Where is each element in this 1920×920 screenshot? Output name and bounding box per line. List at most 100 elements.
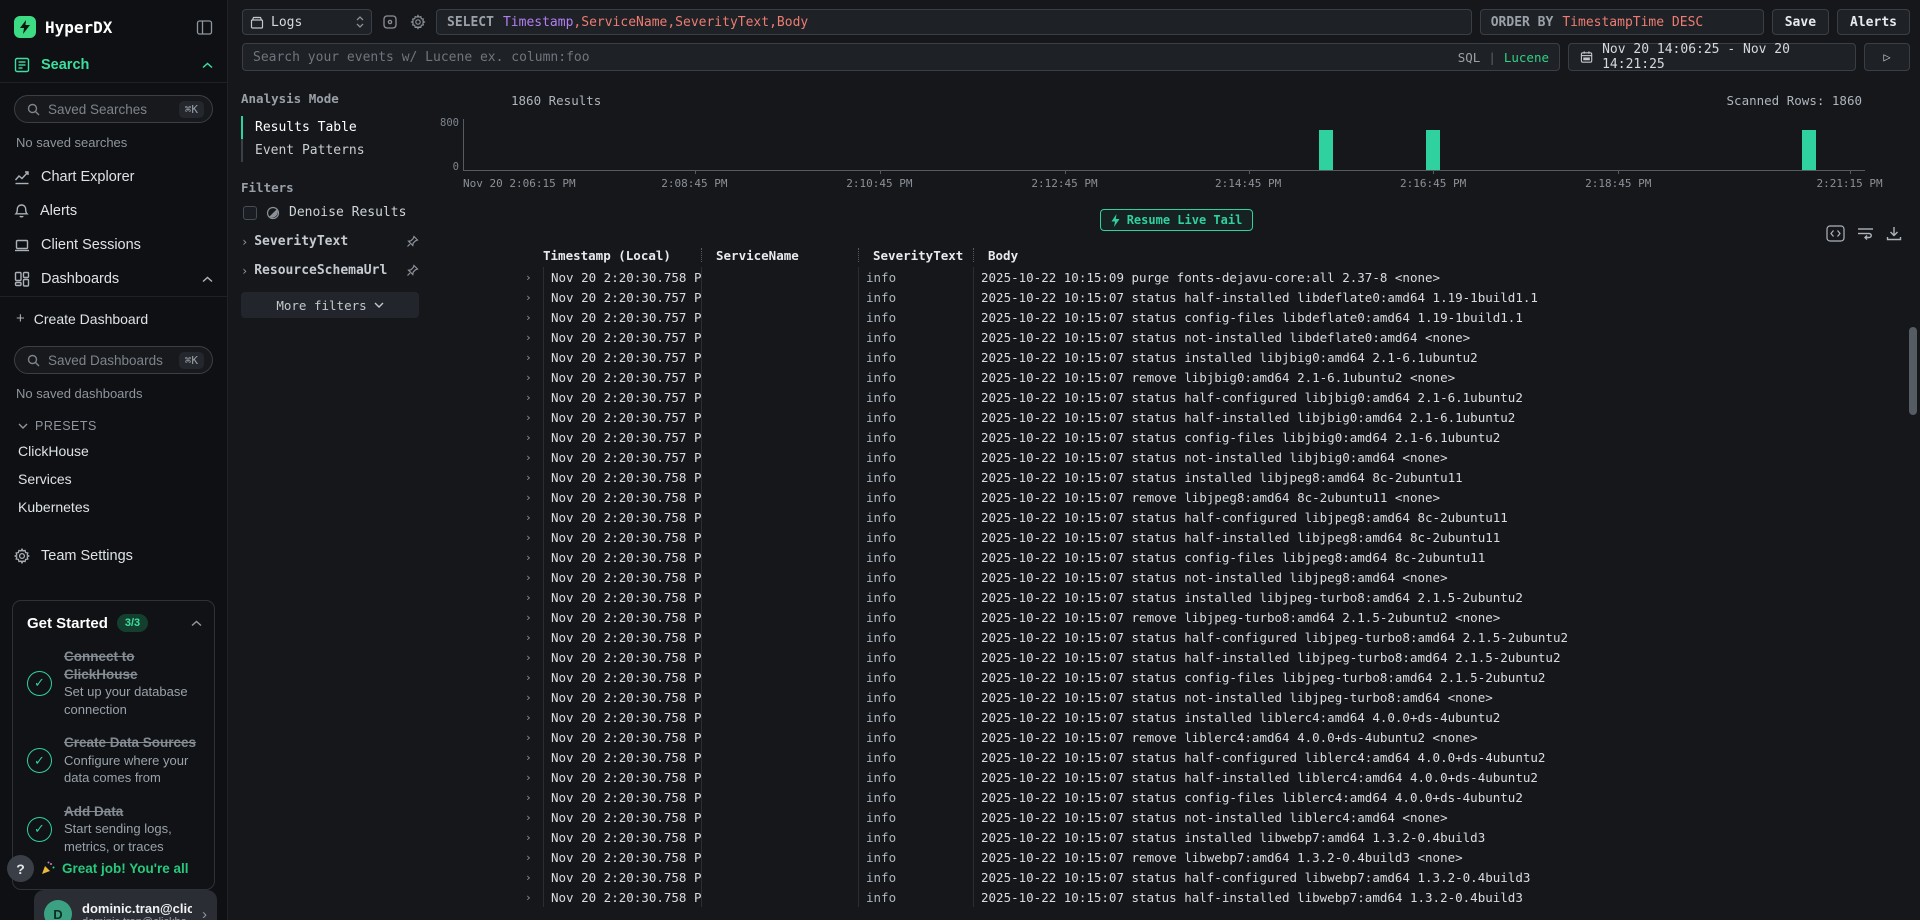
histogram-bar[interactable] xyxy=(1426,130,1440,170)
alerts-button[interactable]: Alerts xyxy=(1837,9,1910,35)
table-row[interactable]: ›Nov 20 2:20:30.757 PMinfo2025-10-22 10:… xyxy=(433,407,1920,427)
table-row[interactable]: ›Nov 20 2:20:30.758 PMinfo2025-10-22 10:… xyxy=(433,487,1920,507)
select-columns-input[interactable]: SELECT Timestamp ,ServiceName,SeverityTe… xyxy=(436,9,1472,35)
filter-group-resourceschemaurl[interactable]: ›ResourceSchemaUrl xyxy=(241,263,419,278)
saved-searches-input[interactable]: Saved Searches ⌘K xyxy=(14,95,213,123)
sidebar-item-team-settings[interactable]: Team Settings xyxy=(0,539,227,573)
expand-row-icon[interactable]: › xyxy=(525,431,543,444)
analysis-mode-results-table[interactable]: Results Table xyxy=(241,116,433,139)
table-row[interactable]: ›Nov 20 2:20:30.758 PMinfo2025-10-22 10:… xyxy=(433,547,1920,567)
sidebar-collapse-icon[interactable] xyxy=(196,19,213,36)
download-icon[interactable] xyxy=(1886,226,1902,241)
column-separator[interactable] xyxy=(701,248,702,262)
resume-live-tail-button[interactable]: Resume Live Tail xyxy=(1100,209,1254,231)
sidebar-item-search[interactable]: Search xyxy=(0,48,227,82)
filter-group-severitytext[interactable]: ›SeverityText xyxy=(241,234,419,249)
table-row[interactable]: ›Nov 20 2:20:30.758 PMinfo2025-10-22 10:… xyxy=(433,887,1920,907)
expand-row-icon[interactable]: › xyxy=(525,831,543,844)
expand-row-icon[interactable]: › xyxy=(525,611,543,624)
expand-row-icon[interactable]: › xyxy=(525,451,543,464)
expand-row-icon[interactable]: › xyxy=(525,651,543,664)
table-row[interactable]: ›Nov 20 2:20:30.758 PMinfo2025-10-22 10:… xyxy=(433,747,1920,767)
denoise-checkbox[interactable] xyxy=(243,206,257,220)
sidebar-item-dashboards[interactable]: Dashboards xyxy=(0,262,227,296)
expand-row-icon[interactable]: › xyxy=(525,671,543,684)
expand-row-icon[interactable]: › xyxy=(525,851,543,864)
vertical-scrollbar[interactable] xyxy=(1909,327,1917,415)
table-row[interactable]: ›Nov 20 2:20:30.758 PMinfo2025-10-22 10:… xyxy=(433,567,1920,587)
table-row[interactable]: ›Nov 20 2:20:30.758 PMinfo2025-10-22 10:… xyxy=(433,687,1920,707)
expand-row-icon[interactable]: › xyxy=(525,551,543,564)
histogram-bar[interactable] xyxy=(1319,130,1333,170)
chevron-up-icon[interactable] xyxy=(202,276,213,283)
more-filters-button[interactable]: More filters xyxy=(241,292,419,318)
chevron-up-icon[interactable] xyxy=(191,620,202,627)
column-header-timestamp-local-[interactable]: Timestamp (Local) xyxy=(543,248,701,263)
table-row[interactable]: ›Nov 20 2:20:30.757 PMinfo2025-10-22 10:… xyxy=(433,427,1920,447)
expand-row-icon[interactable]: › xyxy=(525,731,543,744)
table-row[interactable]: ›Nov 20 2:20:30.758 PMinfo2025-10-22 10:… xyxy=(433,707,1920,727)
expand-row-icon[interactable]: › xyxy=(525,871,543,884)
table-row[interactable]: ›Nov 20 2:20:30.758 PMinfo2025-10-22 10:… xyxy=(433,847,1920,867)
column-header-servicename[interactable]: ServiceName xyxy=(701,248,858,263)
expand-row-icon[interactable]: › xyxy=(525,531,543,544)
expand-row-icon[interactable]: › xyxy=(525,631,543,644)
table-row[interactable]: ›Nov 20 2:20:30.758 PMinfo2025-10-22 10:… xyxy=(433,667,1920,687)
expand-row-icon[interactable]: › xyxy=(525,371,543,384)
sidebar-item-client-sessions[interactable]: Client Sessions xyxy=(0,228,227,262)
expand-row-icon[interactable]: › xyxy=(525,291,543,304)
gear-icon[interactable] xyxy=(408,11,428,33)
expand-row-icon[interactable]: › xyxy=(525,591,543,604)
table-row[interactable]: ›Nov 20 2:20:30.758 PMinfo2025-10-22 10:… xyxy=(433,867,1920,887)
table-row[interactable]: ›Nov 20 2:20:30.758 PMinfo2025-10-22 10:… xyxy=(433,507,1920,527)
column-separator[interactable] xyxy=(973,248,974,262)
chevron-up-icon[interactable] xyxy=(202,62,213,69)
time-range-picker[interactable]: Nov 20 14:06:25 - Nov 20 14:21:25 xyxy=(1568,43,1856,71)
order-by-input[interactable]: ORDER BY TimestampTime DESC xyxy=(1480,9,1764,35)
preset-kubernetes[interactable]: Kubernetes xyxy=(0,493,227,521)
help-button[interactable]: ? xyxy=(7,855,34,882)
expand-row-icon[interactable]: › xyxy=(525,811,543,824)
analysis-mode-event-patterns[interactable]: Event Patterns xyxy=(241,139,433,162)
save-button[interactable]: Save xyxy=(1772,9,1829,35)
expand-row-icon[interactable]: › xyxy=(525,711,543,724)
user-menu[interactable]: D dominic.tran@clic... dominic.tran@clic… xyxy=(34,890,217,920)
expand-row-icon[interactable]: › xyxy=(525,471,543,484)
expand-row-icon[interactable]: › xyxy=(525,391,543,404)
run-query-button[interactable]: ▷ xyxy=(1864,43,1910,71)
column-header-body[interactable]: Body xyxy=(973,248,1920,263)
table-row[interactable]: ›Nov 20 2:20:30.757 PMinfo2025-10-22 10:… xyxy=(433,367,1920,387)
column-separator[interactable] xyxy=(858,248,859,262)
table-row[interactable]: ›Nov 20 2:20:30.758 PMinfo2025-10-22 10:… xyxy=(433,787,1920,807)
expand-row-icon[interactable]: › xyxy=(525,351,543,364)
table-row[interactable]: ›Nov 20 2:20:30.757 PMinfo2025-10-22 10:… xyxy=(433,347,1920,367)
denoise-results-option[interactable]: Denoise Results xyxy=(243,205,433,220)
lucene-toggle[interactable]: Lucene xyxy=(1504,50,1549,65)
expand-row-icon[interactable]: › xyxy=(525,491,543,504)
event-search-box[interactable]: SQL | Lucene xyxy=(242,43,1560,71)
expand-row-icon[interactable]: › xyxy=(525,891,543,904)
table-row[interactable]: ›Nov 20 2:20:30.758 PMinfo2025-10-22 10:… xyxy=(433,627,1920,647)
table-row[interactable]: ›Nov 20 2:20:30.758 PMinfo2025-10-22 10:… xyxy=(433,527,1920,547)
source-edit-icon[interactable] xyxy=(380,11,400,33)
pin-icon[interactable] xyxy=(406,264,419,277)
presets-toggle[interactable]: PRESETS xyxy=(0,411,227,437)
table-row[interactable]: ›Nov 20 2:20:30.758 PMinfo2025-10-22 10:… xyxy=(433,767,1920,787)
pin-icon[interactable] xyxy=(406,235,419,248)
expand-row-icon[interactable]: › xyxy=(525,791,543,804)
expand-row-icon[interactable]: › xyxy=(525,571,543,584)
table-row[interactable]: ›Nov 20 2:20:30.758 PMinfo2025-10-22 10:… xyxy=(433,267,1920,287)
saved-dashboards-input[interactable]: Saved Dashboards ⌘K xyxy=(14,346,213,374)
preset-services[interactable]: Services xyxy=(0,465,227,493)
table-row[interactable]: ›Nov 20 2:20:30.758 PMinfo2025-10-22 10:… xyxy=(433,607,1920,627)
expand-row-icon[interactable]: › xyxy=(525,751,543,764)
column-header-severitytext[interactable]: SeverityText xyxy=(858,248,973,263)
source-select[interactable]: Logs xyxy=(242,9,372,35)
table-row[interactable]: ›Nov 20 2:20:30.758 PMinfo2025-10-22 10:… xyxy=(433,827,1920,847)
histogram-plot[interactable] xyxy=(463,119,1865,171)
expand-row-icon[interactable]: › xyxy=(525,311,543,324)
preset-clickhouse[interactable]: ClickHouse xyxy=(0,437,227,465)
expand-row-icon[interactable]: › xyxy=(525,411,543,424)
table-row[interactable]: ›Nov 20 2:20:30.757 PMinfo2025-10-22 10:… xyxy=(433,307,1920,327)
histogram-bar[interactable] xyxy=(1802,130,1816,170)
